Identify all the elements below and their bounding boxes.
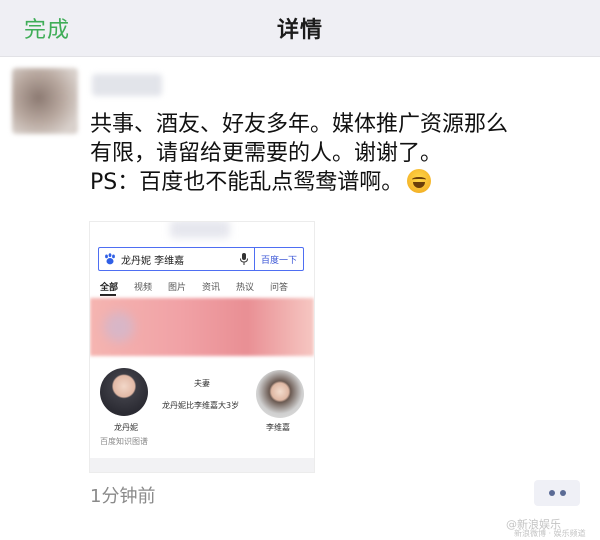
baidu-search-box: 龙丹妮 李维嘉 百度一下 [98,247,304,271]
laugh-cry-emoji-icon [407,169,432,193]
attached-image[interactable]: 龙丹妮 李维嘉 百度一下 全部 视频 图片 资讯 热议 问答 夫妻 龙丹妮比李维… [90,222,314,472]
person-photo-right [256,370,304,418]
baidu-paw-icon [105,253,115,265]
microphone-icon [239,253,248,265]
post-text-line-1: 共事、酒友、好友多年。媒体推广资源那么 [90,112,509,137]
more-dot-icon [548,490,555,496]
person-left-source: 百度知识图谱 [100,437,148,446]
more-options-button[interactable] [534,480,580,506]
person-left-name: 龙丹妮 [114,423,138,432]
post-text-line-3-text: PS：百度也不能乱点鸳鸯谱啊。 [90,170,404,195]
more-dot-icon [559,490,566,496]
post-timestamp: 1分钟前 [90,486,156,507]
page-title: 详情 [276,18,323,43]
result-tabs: 全部 视频 图片 资讯 热议 问答 [100,280,310,296]
card-bottom-strip [90,458,314,472]
relation-title: 夫妻 [194,379,210,388]
active-tab-indicator [100,294,116,296]
tab-images: 图片 [168,283,187,293]
tab-discussion: 热议 [236,283,255,293]
person-right-name: 李维嘉 [266,423,290,432]
person-photo-left [100,368,148,416]
tab-news: 资讯 [202,283,221,293]
blurred-header [90,222,314,244]
avatar[interactable] [12,68,78,134]
navigation-bar: 完成 详情 [0,0,600,57]
tab-video: 视频 [134,283,153,293]
tab-qa: 问答 [270,283,289,293]
post-text-line-3: PS：百度也不能乱点鸳鸯谱啊。 [90,168,580,197]
blurred-banner [90,298,314,356]
post-text: 共事、酒友、好友多年。媒体推广资源那么 有限，请留给更需要的人。谢谢了。 PS：… [90,110,580,197]
watermark-sub: 新浪微博 · 娱乐频道 [514,529,586,538]
search-query: 龙丹妮 李维嘉 [121,255,185,267]
post-text-line-2: 有限，请留给更需要的人。谢谢了。 [90,141,443,166]
username-blurred [92,74,162,96]
baidu-search-button: 百度一下 [253,248,303,270]
relation-description: 龙丹妮比李维嘉大3岁 [162,401,240,410]
